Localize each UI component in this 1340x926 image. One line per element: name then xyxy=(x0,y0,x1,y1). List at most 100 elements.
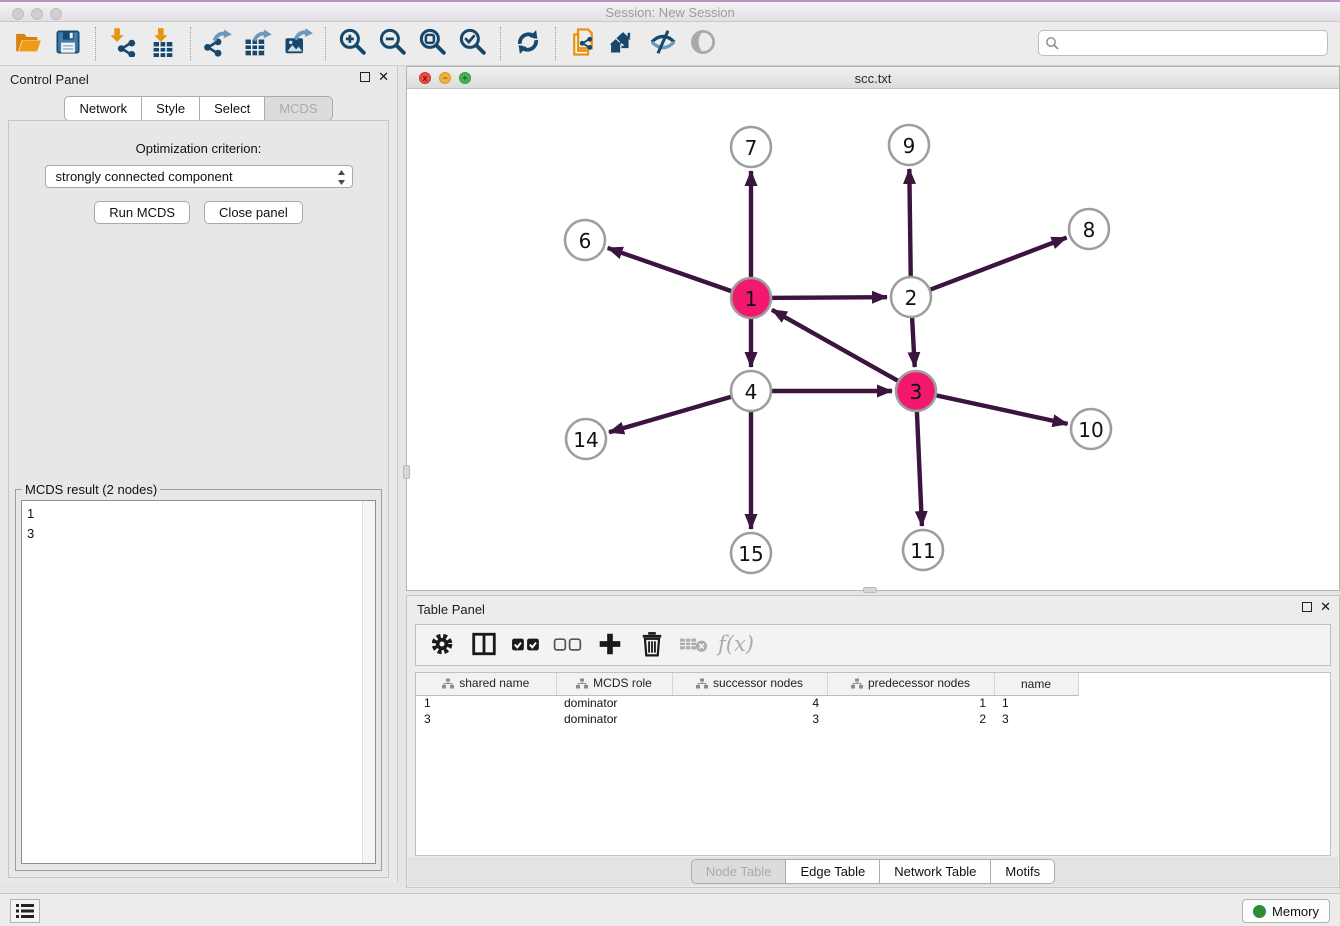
float-table-panel-icon[interactable] xyxy=(1302,602,1312,612)
table-cell[interactable]: 2 xyxy=(827,711,994,727)
trash-button[interactable] xyxy=(636,629,668,661)
horizontal-splitter-grip[interactable] xyxy=(863,587,877,593)
zoom-selected-button[interactable] xyxy=(453,26,493,62)
tab-select[interactable]: Select xyxy=(200,96,265,121)
zoom-fit-button[interactable] xyxy=(413,26,453,62)
network-from-selection-button[interactable] xyxy=(563,26,603,62)
run-mcds-button[interactable]: Run MCDS xyxy=(94,201,190,224)
export-image-icon xyxy=(283,27,313,60)
mcds-result-text[interactable]: 13 xyxy=(21,500,376,864)
tab-network-table[interactable]: Network Table xyxy=(880,859,991,884)
column-header-predecessor-nodes[interactable]: predecessor nodes xyxy=(827,673,994,695)
graph-node-1[interactable]: 1 xyxy=(731,278,771,318)
graph-node-14[interactable]: 14 xyxy=(566,419,606,459)
export-network-button[interactable] xyxy=(198,26,238,62)
table-cell[interactable]: 1 xyxy=(827,695,994,711)
graph-edge-2-8[interactable] xyxy=(911,238,1067,297)
export-image-button[interactable] xyxy=(278,26,318,62)
main-toolbar xyxy=(0,22,1340,66)
table-row[interactable]: 1dominator411 xyxy=(416,695,1078,711)
toolbar-separator xyxy=(95,27,96,61)
network-window-titlebar[interactable]: x − + scc.txt xyxy=(407,67,1339,89)
tab-edge-table[interactable]: Edge Table xyxy=(786,859,880,884)
graph-node-15[interactable]: 15 xyxy=(731,533,771,573)
optimization-criterion-select[interactable]: strongly connected component xyxy=(45,165,353,188)
graph-node-6[interactable]: 6 xyxy=(565,220,605,260)
open-session-button[interactable] xyxy=(8,26,48,62)
column-header-MCDS-role[interactable]: MCDS role xyxy=(556,673,672,695)
tab-style[interactable]: Style xyxy=(142,96,200,121)
delete-column-button xyxy=(678,629,710,661)
table-cell[interactable]: 1 xyxy=(994,695,1078,711)
eye-disabled-button xyxy=(683,26,723,62)
table-cell[interactable]: dominator xyxy=(556,711,672,727)
mcds-result-scrollbar[interactable] xyxy=(362,501,375,863)
graph-node-10[interactable]: 10 xyxy=(1071,409,1111,449)
graph-node-9[interactable]: 9 xyxy=(889,125,929,165)
column-header-successor-nodes[interactable]: successor nodes xyxy=(672,673,827,695)
split-pane-button[interactable] xyxy=(468,629,500,661)
graph-node-8[interactable]: 8 xyxy=(1069,209,1109,249)
unchecked-boxes-button[interactable] xyxy=(552,629,584,661)
graph-node-11[interactable]: 11 xyxy=(903,530,943,570)
houses-button[interactable] xyxy=(603,26,643,62)
table-cell[interactable]: 1 xyxy=(416,695,556,711)
node-table: shared name MCDS role successor nodes pr… xyxy=(416,673,1079,727)
panel-splitter[interactable] xyxy=(398,66,406,893)
memory-button[interactable]: Memory xyxy=(1242,899,1330,923)
zoom-fit-icon xyxy=(418,27,448,60)
table-row[interactable]: 3dominator323 xyxy=(416,711,1078,727)
app-titlebar: Session: New Session xyxy=(0,0,1340,22)
style-preview-button[interactable] xyxy=(643,26,683,62)
graph-node-4[interactable]: 4 xyxy=(731,371,771,411)
zoom-out-button[interactable] xyxy=(373,26,413,62)
network-from-selection-icon xyxy=(568,27,598,60)
column-header-shared-name[interactable]: shared name xyxy=(416,673,556,695)
save-session-button[interactable] xyxy=(48,26,88,62)
column-header-name[interactable]: name xyxy=(994,673,1078,695)
graph-node-label: 10 xyxy=(1078,418,1103,442)
refresh-layout-icon xyxy=(513,27,543,60)
close-panel-button[interactable]: Close panel xyxy=(204,201,303,224)
close-panel-icon[interactable]: ✕ xyxy=(378,72,389,82)
table-cell[interactable]: 3 xyxy=(672,711,827,727)
import-table-button[interactable] xyxy=(143,26,183,62)
mcds-result-line: 1 xyxy=(27,504,375,524)
style-preview-icon xyxy=(648,27,678,60)
network-canvas[interactable]: 7 9 6 8 1 2 4 3 14 10 15 11 xyxy=(407,89,1339,590)
tab-mcds[interactable]: MCDS xyxy=(265,96,332,121)
float-panel-icon[interactable] xyxy=(360,72,370,82)
checked-boxes-button[interactable] xyxy=(510,629,542,661)
close-table-panel-icon[interactable]: ✕ xyxy=(1320,602,1331,612)
graph-node-label: 6 xyxy=(579,229,592,253)
table-cell[interactable]: dominator xyxy=(556,695,672,711)
plus-button[interactable] xyxy=(594,629,626,661)
tab-motifs[interactable]: Motifs xyxy=(991,859,1055,884)
graph-edge-4-14[interactable] xyxy=(609,391,751,432)
refresh-layout-button[interactable] xyxy=(508,26,548,62)
task-history-button[interactable] xyxy=(10,899,40,923)
table-cell[interactable]: 3 xyxy=(416,711,556,727)
vertical-splitter-grip[interactable] xyxy=(403,465,410,479)
graph-node-label: 1 xyxy=(745,287,758,311)
tab-node-table[interactable]: Node Table xyxy=(691,859,787,884)
toolbar-separator xyxy=(555,27,556,61)
graph-edge-1-6[interactable] xyxy=(608,248,751,298)
export-table-icon xyxy=(243,27,273,60)
gear-button[interactable] xyxy=(426,629,458,661)
column-type-icon xyxy=(696,678,708,689)
import-network-button[interactable] xyxy=(103,26,143,62)
table-cell[interactable]: 4 xyxy=(672,695,827,711)
graph-node-7[interactable]: 7 xyxy=(731,127,771,167)
graph-node-2[interactable]: 2 xyxy=(891,277,931,317)
table-cell[interactable]: 3 xyxy=(994,711,1078,727)
search-input[interactable] xyxy=(1038,30,1328,56)
graph-node-3[interactable]: 3 xyxy=(896,371,936,411)
graph-edge-3-1[interactable] xyxy=(772,310,916,391)
graph-node-label: 15 xyxy=(738,542,763,566)
unchecked-boxes-icon xyxy=(553,631,583,660)
export-table-button[interactable] xyxy=(238,26,278,62)
zoom-in-button[interactable] xyxy=(333,26,373,62)
graph-edge-3-10[interactable] xyxy=(916,391,1068,424)
tab-network[interactable]: Network xyxy=(64,96,142,121)
